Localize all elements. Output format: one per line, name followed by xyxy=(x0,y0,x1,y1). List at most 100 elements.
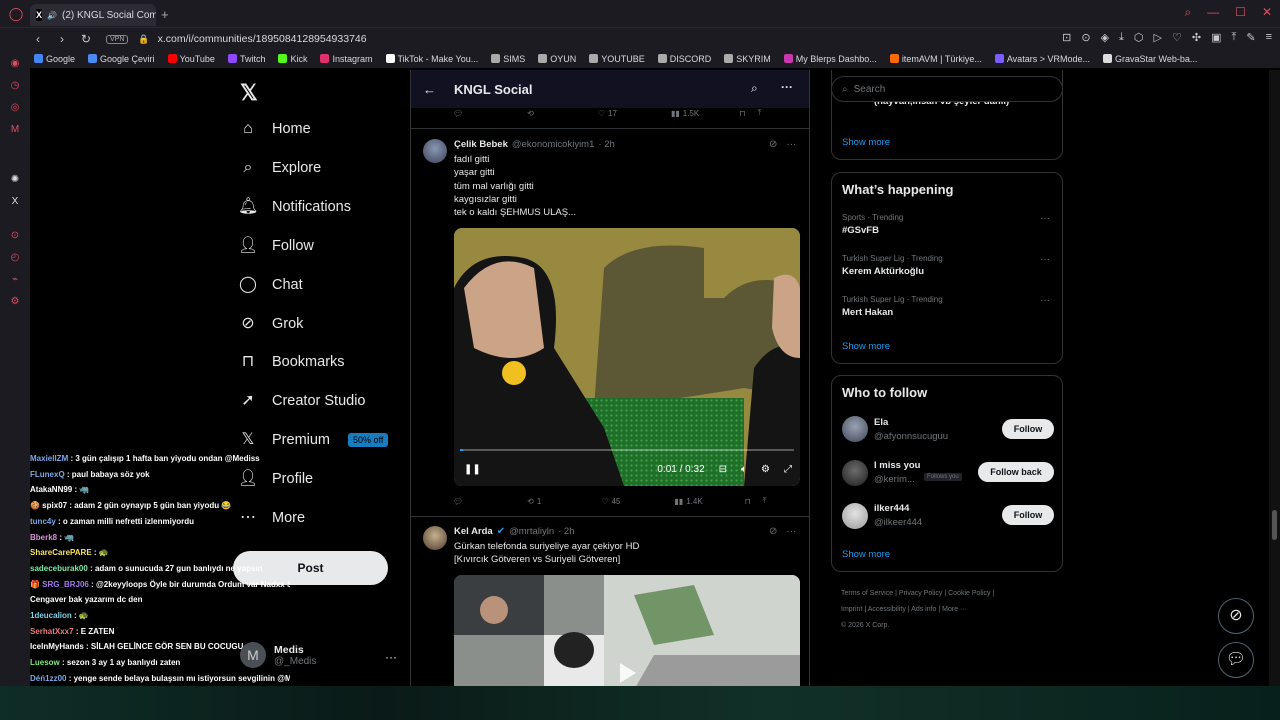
views-count[interactable]: ▮▮ 1.4K xyxy=(674,497,702,506)
footer-line[interactable]: Imprint | Accessibility | Ads info | Mor… xyxy=(841,602,1061,618)
nav-item-chat[interactable]: ◯ Chat xyxy=(238,275,303,295)
video-progress[interactable] xyxy=(460,449,794,451)
grok-fab-icon[interactable]: ⊘ xyxy=(1218,598,1254,634)
post-avatar[interactable] xyxy=(423,526,447,550)
settings-icon[interactable]: ⚙ xyxy=(761,464,770,475)
bookmark-item[interactable]: My Blerps Dashbo... xyxy=(783,54,877,64)
opera-logo-icon[interactable]: ◯ xyxy=(8,6,24,22)
search-icon[interactable]: ⌕ xyxy=(751,81,758,96)
bookmark-item[interactable]: Kick xyxy=(278,54,307,64)
reply-icon[interactable]: 💬︎ xyxy=(453,109,463,118)
post-avatar[interactable] xyxy=(423,139,447,163)
search-tabs-icon[interactable]: ⌕ xyxy=(1184,5,1191,20)
extension-icon[interactable]: ⬡ xyxy=(1134,31,1144,44)
post-handle[interactable]: @mrtaliyln xyxy=(509,526,554,537)
gmail-icon[interactable]: M xyxy=(9,124,21,136)
back-icon[interactable]: ‹ xyxy=(32,32,44,46)
bookmark-item[interactable]: YouTube xyxy=(167,54,215,64)
like-button[interactable]: ♡ 17 xyxy=(598,109,617,118)
pause-icon[interactable]: ❚❚ xyxy=(464,464,481,475)
trend-more-icon[interactable]: ··· xyxy=(1040,213,1050,224)
send-icon[interactable]: ⌁ xyxy=(9,274,21,286)
x-logo-icon[interactable]: 𝕏 xyxy=(240,80,258,106)
account-name[interactable]: ilker444 xyxy=(874,503,909,514)
account-name[interactable]: Ela xyxy=(874,417,888,428)
download-icon[interactable]: ⤓ xyxy=(1119,31,1124,44)
bookmark-item[interactable]: Google xyxy=(34,54,75,64)
bookmark-item[interactable]: GravaStar Web-ba... xyxy=(1102,54,1197,64)
video-player[interactable]: ❚❚ 0:01 / 0:32 ⊟ 🔈︎ ⚙ ⤢ xyxy=(454,228,800,486)
speaker-icon[interactable]: 🔊 xyxy=(47,11,57,20)
trend-more-icon[interactable]: ··· xyxy=(1040,254,1050,265)
history-icon[interactable]: ◷ xyxy=(9,80,21,92)
follow-button[interactable]: Follow xyxy=(1002,505,1054,525)
account-more-icon[interactable]: ··· xyxy=(385,650,397,664)
repost-button[interactable]: ⟲ 1 xyxy=(527,497,541,506)
play-icon[interactable]: ▷ xyxy=(1154,31,1162,44)
bookmark-item[interactable]: Google Çeviri xyxy=(88,54,155,64)
post-more-icon[interactable]: ··· xyxy=(786,139,796,150)
like-button[interactable]: ♡ 45 xyxy=(601,497,620,506)
ai-icon[interactable]: ✎ xyxy=(1246,31,1255,44)
video-thumbnail[interactable] xyxy=(454,575,800,686)
avatar[interactable] xyxy=(842,416,868,442)
views-count[interactable]: ▮▮ 1.5K xyxy=(671,109,699,118)
bookmark-item[interactable]: itemAVM | Türkiye... xyxy=(889,54,982,64)
nav-item-premium[interactable]: 𝕏 Premium 50% off xyxy=(238,430,389,450)
account-handle[interactable]: @kerim... xyxy=(874,474,915,485)
bookmark-item[interactable]: Instagram xyxy=(320,54,373,64)
browser-tab[interactable]: X 🔊 (2) KNGL Social Comm × xyxy=(30,4,156,26)
reload-icon[interactable]: ↻ xyxy=(80,32,92,46)
account-handle[interactable]: @ilkeer444 xyxy=(874,517,922,528)
avatar[interactable] xyxy=(842,460,868,486)
clock-icon[interactable]: ◴ xyxy=(9,252,21,264)
post-author[interactable]: Kel Arda xyxy=(454,526,493,537)
forward-icon[interactable]: › xyxy=(56,32,68,46)
page-scrollbar[interactable] xyxy=(1269,70,1280,686)
bookmark-item[interactable]: DISCORD xyxy=(657,54,711,64)
wallet-icon[interactable]: ▣ xyxy=(1211,31,1221,44)
bookmark-icon[interactable]: ⊓ xyxy=(745,497,751,506)
post-time[interactable]: · 2h xyxy=(598,139,614,150)
show-more-link[interactable]: Show more xyxy=(842,137,890,148)
snapshot-icon[interactable]: ⊙ xyxy=(1081,31,1090,44)
footer-line[interactable]: Terms of Service | Privacy Policy | Cook… xyxy=(841,586,1061,602)
volume-icon[interactable]: 🔈︎ xyxy=(741,464,747,475)
follow-button[interactable]: Follow xyxy=(1002,419,1054,439)
nav-item-bookmarks[interactable]: ⊓ Bookmarks xyxy=(238,352,345,372)
x-sidebar-icon[interactable]: X xyxy=(9,196,21,208)
avatar[interactable] xyxy=(842,503,868,529)
nav-item-notifications[interactable]: 🔔︎ Notifications xyxy=(238,197,351,217)
url-field[interactable]: x.com/i/communities/1895084128954933746 xyxy=(158,33,367,45)
save-icon[interactable]: ⤒ xyxy=(1231,31,1236,44)
account-name[interactable]: I miss you xyxy=(874,460,920,471)
menu-icon[interactable]: ≡ xyxy=(1266,31,1272,44)
post-time[interactable]: · 2h xyxy=(558,526,574,537)
follow-back-button[interactable]: Follow back xyxy=(978,462,1054,482)
repost-icon[interactable]: ⟲ xyxy=(527,109,534,118)
bookmark-page-icon[interactable]: ⊡ xyxy=(1062,31,1071,44)
shield-icon[interactable]: ◈ xyxy=(1101,31,1109,44)
vpn-badge[interactable]: VPN xyxy=(106,34,129,44)
maximize-icon[interactable]: ☐ xyxy=(1235,5,1246,20)
trend-item[interactable]: Kerem Aktürkoğlu xyxy=(842,266,924,277)
bookmark-item[interactable]: TikTok - Make You... xyxy=(385,54,478,64)
post-handle[interactable]: @ekonomicokiyim1 xyxy=(512,139,595,150)
grok-explain-icon[interactable]: ⊘ xyxy=(769,139,777,150)
back-arrow-icon[interactable]: ← xyxy=(423,82,436,97)
nav-item-creator-studio[interactable]: ➚ Creator Studio xyxy=(238,391,365,411)
bookmark-item[interactable]: SKYRIM xyxy=(724,54,771,64)
trend-more-icon[interactable]: ··· xyxy=(1040,295,1050,306)
heart-icon[interactable]: ♡ xyxy=(1172,31,1182,44)
trend-item[interactable]: Mert Hakan xyxy=(842,307,893,318)
player-icon[interactable]: ⊙ xyxy=(9,230,21,242)
post-author[interactable]: Çelik Bebek xyxy=(454,139,508,150)
post-more-icon[interactable]: ··· xyxy=(786,526,796,537)
search-input[interactable]: ⌕ Search xyxy=(831,76,1063,102)
show-more-link[interactable]: Show more xyxy=(842,341,890,352)
lock-icon[interactable]: 🔒 xyxy=(138,34,149,45)
fullscreen-icon[interactable]: ⤢ xyxy=(784,464,792,475)
bookmark-item[interactable]: Twitch xyxy=(227,54,265,64)
share-icon[interactable]: ⤒ xyxy=(763,496,767,506)
more-icon[interactable]: ··· xyxy=(781,80,793,94)
